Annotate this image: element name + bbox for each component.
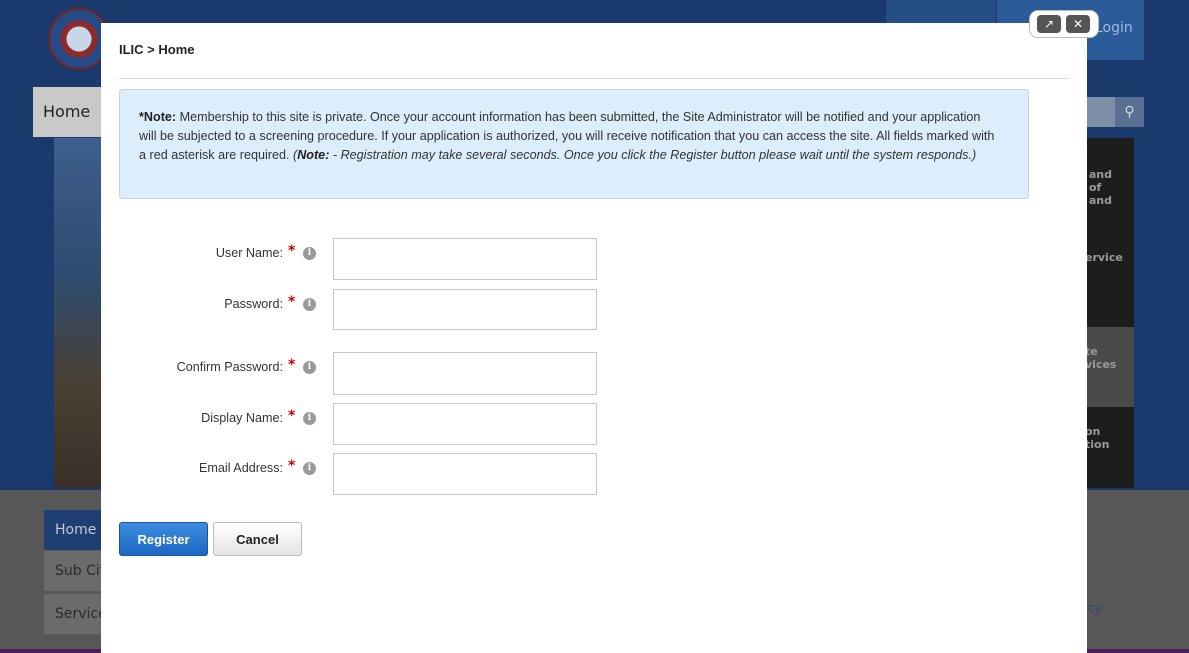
expand-icon[interactable]: ↗ bbox=[1037, 15, 1061, 33]
confirm-password-label: Confirm Password: bbox=[176, 360, 283, 374]
background-search-input bbox=[1087, 97, 1115, 127]
side-panel-text: and bbox=[1088, 194, 1112, 207]
side-panel-text: of bbox=[1089, 181, 1102, 194]
password-label: Password: bbox=[224, 297, 283, 311]
membership-note: *Note: Membership to this site is privat… bbox=[119, 89, 1029, 199]
required-asterisk: * bbox=[288, 243, 296, 259]
required-asterisk: * bbox=[288, 458, 296, 474]
side-panel-text: and bbox=[1088, 168, 1112, 181]
display-name-label: Display Name: bbox=[201, 411, 283, 425]
info-icon[interactable]: i bbox=[303, 462, 316, 475]
dialog-window-controls: ↗ ✕ bbox=[1030, 11, 1098, 37]
confirm-password-input[interactable] bbox=[333, 352, 597, 395]
background-side-panel-2: ervice bbox=[1087, 245, 1134, 327]
side-panel-text: te bbox=[1087, 345, 1098, 358]
dialog-divider bbox=[119, 78, 1069, 79]
form-row-display-name: Display Name: * i bbox=[101, 403, 701, 445]
note-italic-body: - Registration may take several seconds.… bbox=[329, 148, 977, 162]
registration-dialog: ILIC > Home *Note: Membership to this si… bbox=[101, 23, 1087, 653]
username-label: User Name: bbox=[215, 246, 283, 260]
info-icon[interactable]: i bbox=[303, 298, 316, 311]
side-panel-text: ervice bbox=[1087, 251, 1123, 264]
background-banner-image bbox=[54, 138, 102, 488]
info-icon[interactable]: i bbox=[303, 361, 316, 374]
email-label: Email Address: bbox=[199, 461, 283, 475]
search-icon: ⚲ bbox=[1115, 97, 1144, 127]
note-italic-lead: Note: bbox=[297, 148, 330, 162]
cancel-button[interactable]: Cancel bbox=[213, 522, 302, 556]
membership-note-text: *Note: Membership to this site is privat… bbox=[139, 108, 1001, 165]
background-side-panel-1: and of and bbox=[1087, 138, 1134, 245]
password-input[interactable] bbox=[333, 289, 597, 330]
side-panel-text: on bbox=[1087, 425, 1101, 438]
background-nav-service: Service bbox=[44, 594, 102, 635]
side-panel-text: tion bbox=[1087, 438, 1110, 451]
background-nav-home: Home bbox=[44, 510, 102, 551]
form-row-username: User Name: * i bbox=[101, 238, 701, 280]
info-icon[interactable]: i bbox=[303, 412, 316, 425]
background-side-panel-4: on tion bbox=[1087, 407, 1134, 488]
background-footer-link: cy bbox=[1088, 601, 1102, 615]
login-link: Login bbox=[1095, 20, 1133, 36]
required-asterisk: * bbox=[288, 408, 296, 424]
required-asterisk: * bbox=[288, 357, 296, 373]
required-asterisk: * bbox=[288, 294, 296, 310]
close-icon[interactable]: ✕ bbox=[1066, 15, 1090, 33]
note-lead: *Note: bbox=[139, 110, 177, 124]
background-home-tab: Home bbox=[33, 87, 101, 137]
form-row-confirm-password: Confirm Password: * i bbox=[101, 352, 701, 395]
form-row-email: Email Address: * i bbox=[101, 453, 701, 495]
background-side-panel-3: te vices bbox=[1087, 327, 1134, 407]
username-input[interactable] bbox=[333, 238, 597, 280]
background-nav-subcity: Sub Cit bbox=[44, 551, 102, 592]
form-row-password: Password: * i bbox=[101, 289, 701, 331]
display-name-input[interactable] bbox=[333, 403, 597, 445]
email-input[interactable] bbox=[333, 453, 597, 495]
info-icon[interactable]: i bbox=[303, 247, 316, 260]
dialog-breadcrumb: ILIC > Home bbox=[119, 42, 195, 57]
register-button[interactable]: Register bbox=[119, 522, 208, 556]
side-panel-text: vices bbox=[1087, 358, 1117, 371]
